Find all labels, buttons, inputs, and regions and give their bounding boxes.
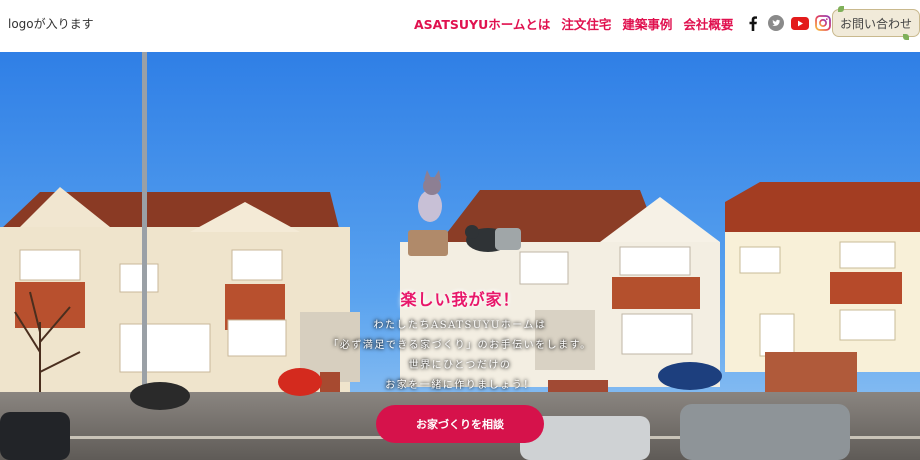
hero-title: 楽しい我が家！ <box>400 290 520 309</box>
site-logo[interactable]: logoが入ります <box>8 15 94 32</box>
nav-item-custom-home[interactable]: 注文住宅 <box>561 14 611 33</box>
youtube-icon[interactable] <box>791 15 809 31</box>
hero-background-photo <box>0 52 920 460</box>
leaf-decoration <box>903 34 909 40</box>
contact-button[interactable]: お問い合わせ <box>832 9 920 37</box>
nav-item-company[interactable]: 会社概要 <box>683 14 733 33</box>
facebook-icon[interactable] <box>746 15 760 31</box>
hero-text-line: 「必ず満足できる家づくり」のお手伝いをします。 <box>328 340 592 351</box>
site-header: logoが入ります ASATSUYUホームとは 注文住宅 建築事例 会社概要 お… <box>0 0 920 52</box>
hero-text-line: お家を一緒に作りましょう！ <box>385 380 535 391</box>
main-nav: ASATSUYUホームとは 注文住宅 建築事例 会社概要 <box>414 13 744 33</box>
leaf-decoration <box>838 6 844 12</box>
nav-item-about[interactable]: ASATSUYUホームとは <box>414 14 550 33</box>
hero-text-line: わたしたちASATSUYUホームは <box>373 320 547 331</box>
social-links <box>746 13 831 33</box>
hero-section: 楽しい我が家！ わたしたちASATSUYUホームは 「必ず満足できる家づくり」の… <box>0 52 920 460</box>
hero-text-line: 世界にひとつだけの <box>408 360 512 371</box>
contact-button-label: お問い合わせ <box>839 16 912 31</box>
consult-button-label: お家づくりを相談 <box>416 418 504 431</box>
nav-item-works[interactable]: 建築事例 <box>622 14 672 33</box>
twitter-icon[interactable] <box>768 15 784 31</box>
instagram-icon[interactable] <box>815 15 831 31</box>
consult-button[interactable]: お家づくりを相談 <box>376 405 544 443</box>
